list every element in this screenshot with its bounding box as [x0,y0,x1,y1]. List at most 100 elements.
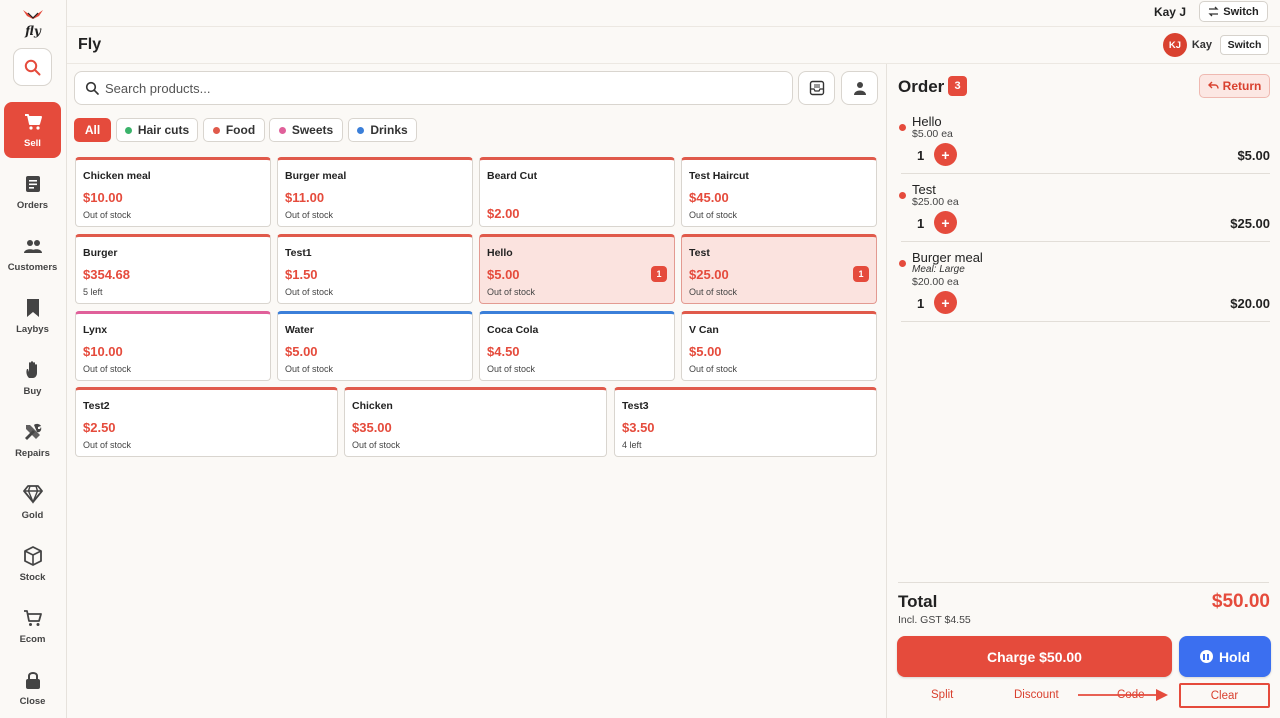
product-name: V Can [689,324,719,336]
stock-status: Out of stock [285,210,334,220]
nav-item-gold[interactable]: Gold [4,474,61,530]
nav-item-sell[interactable]: Sell [4,102,61,158]
switch-staff-button[interactable]: Switch [1220,35,1269,55]
product-card[interactable]: Test1 $1.50 Out of stock [277,234,473,304]
nav-item-buy[interactable]: Buy [4,350,61,406]
filter-label: Food [225,123,256,137]
top-bar: Kay J Switch [67,0,1280,27]
product-card[interactable]: Burger $354.68 5 left [75,234,271,304]
diamond-icon [22,484,43,504]
increment-button[interactable]: + [934,291,957,314]
item-dot [899,260,906,267]
product-price: $10.00 [83,190,123,205]
split-button[interactable]: Split [931,689,953,701]
product-card[interactable]: Test Haircut $45.00 Out of stock [681,157,877,227]
stock-status: Out of stock [689,364,738,374]
filter-sweets[interactable]: Sweets [269,118,343,142]
product-name: Test1 [285,247,312,259]
nav-item-laybys[interactable]: Laybys [4,288,61,344]
filter-food[interactable]: Food [203,118,265,142]
product-price: $5.00 [285,344,318,359]
global-search-button[interactable] [13,48,52,86]
item-name: Test [912,182,936,197]
item-modifier: Meal: Large [912,264,965,275]
nav-label: Orders [16,199,49,211]
product-card[interactable]: Chicken meal $10.00 Out of stock [75,157,271,227]
return-button[interactable]: Return [1199,74,1270,98]
product-card[interactable]: Burger meal $11.00 Out of stock [277,157,473,227]
product-name: Coca Cola [487,324,539,336]
filter-label: Hair cuts [137,123,190,137]
stock-status: Out of stock [83,364,132,374]
increment-button[interactable]: + [934,143,957,166]
person-icon [853,82,866,95]
product-name: Burger meal [285,170,347,182]
stock-status: Out of stock [83,440,132,450]
orders-icon [25,175,40,192]
product-price: $45.00 [689,190,729,205]
increment-button[interactable]: + [934,211,957,234]
order-line-item[interactable]: Burger meal Meal: Large $20.00 ea 1 + $2… [899,248,1270,322]
bookmark-icon [26,298,39,317]
discount-button[interactable]: Discount [1014,689,1059,701]
order-title: Order [898,77,945,96]
search-input[interactable] [105,78,765,98]
stock-status: 4 left [622,440,642,450]
inbox-button[interactable] [798,71,835,105]
stock-status: Out of stock [487,364,536,374]
product-card[interactable]: Beard Cut $2.00 [479,157,675,227]
store-title: Fly [78,36,102,53]
hold-button[interactable]: Hold [1179,636,1271,677]
svg-text:fly: fly [24,24,42,38]
annotation-arrow [1078,689,1168,701]
stock-status: Out of stock [487,287,536,297]
nav-item-stock[interactable]: Stock [4,536,61,592]
order-line-item[interactable]: Test $25.00 ea 1 + $25.00 [899,180,1270,242]
item-unit-price: $25.00 ea [912,196,959,208]
gst-note: Incl. GST $4.55 [898,614,971,626]
nav-item-orders[interactable]: Orders [4,164,61,220]
product-card[interactable]: Lynx $10.00 Out of stock [75,311,271,381]
nav-label: Laybys [16,323,49,335]
nav-item-customers[interactable]: Customers [4,226,61,282]
hold-label: Hold [1218,648,1251,665]
switch-label: Switch [1223,5,1259,18]
product-price: $25.00 [689,267,729,282]
product-name: Water [285,324,314,336]
product-card[interactable]: Test3 $3.50 4 left [614,387,877,457]
total-label: Total [898,592,938,611]
product-card[interactable]: Chicken $35.00 Out of stock [344,387,607,457]
nav-item-ecom[interactable]: Ecom [4,598,61,654]
filter-hair-cuts[interactable]: Hair cuts [116,118,198,142]
stock-status: Out of stock [689,210,738,220]
item-qty: 1 [917,216,925,231]
order-line-item[interactable]: Hello $5.00 ea 1 + $5.00 [899,112,1270,174]
avatar[interactable]: KJ [1163,33,1187,57]
nav-item-close[interactable]: Close [4,660,61,716]
return-label: Return [1222,79,1262,93]
stock-status: Out of stock [285,364,334,374]
ecom-cart-icon [23,609,42,626]
product-name: Beard Cut [487,170,538,182]
switch-user-button[interactable]: Switch [1199,1,1268,22]
filter-drinks[interactable]: Drinks [348,118,417,142]
nav-label: Sell [24,137,41,149]
filter-all[interactable]: All [74,118,111,142]
product-price: $10.00 [83,344,123,359]
charge-button[interactable]: Charge $50.00 [897,636,1172,677]
product-card[interactable]: Test2 $2.50 Out of stock [75,387,338,457]
product-card[interactable]: Coca Cola $4.50 Out of stock [479,311,675,381]
category-dot [278,126,286,134]
current-user-name: Kay J [1153,5,1186,19]
product-card[interactable]: Water $5.00 Out of stock [277,311,473,381]
search-icon [85,81,99,95]
product-name: Hello [487,247,513,259]
clear-button[interactable]: Clear [1179,683,1270,708]
customer-button[interactable] [841,71,878,105]
product-price: $5.00 [689,344,722,359]
nav-item-repairs[interactable]: Repairs [4,412,61,468]
fly-logo[interactable]: fly [19,6,47,38]
product-card-in-cart[interactable]: Hello $5.00 Out of stock 1 [479,234,675,304]
product-card-in-cart[interactable]: Test $25.00 Out of stock 1 [681,234,877,304]
product-card[interactable]: V Can $5.00 Out of stock [681,311,877,381]
